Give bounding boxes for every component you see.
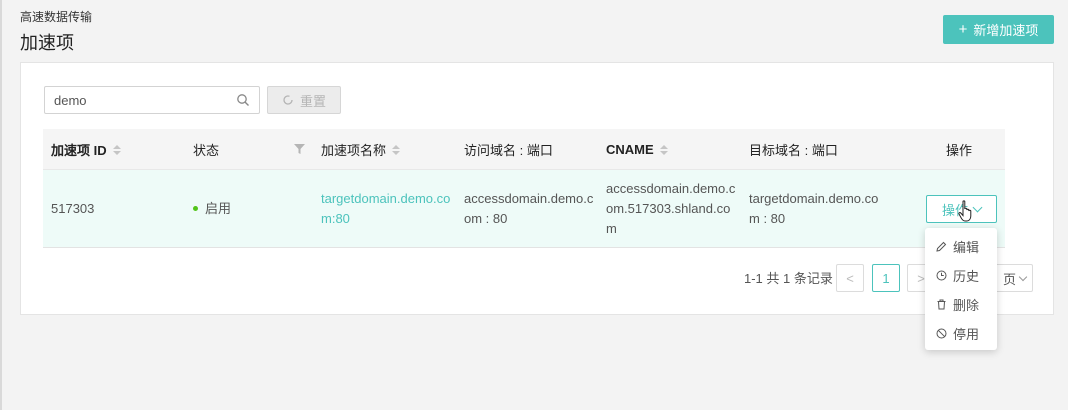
column-label: 访问域名 : 端口 <box>464 143 553 158</box>
search-input[interactable] <box>45 87 225 113</box>
cell-cname: accessdomain.demo.com.517303.shland.com <box>606 181 736 236</box>
chevron-down-icon <box>1018 272 1028 281</box>
page-size-label: 页 <box>1002 271 1016 287</box>
column-label: 加速项名称 <box>321 143 387 158</box>
page-button-1[interactable]: 1 <box>872 264 900 292</box>
add-acceleration-button[interactable]: + 新增加速项 <box>943 15 1054 44</box>
cell-name-link[interactable]: targetdomain.demo.com:80 <box>321 189 453 229</box>
cell-status: 启用 <box>193 199 231 219</box>
window-edge <box>0 0 2 410</box>
disable-icon <box>936 328 947 339</box>
breadcrumb[interactable]: 高速数据传输 <box>20 8 92 25</box>
status-dot <box>193 206 198 212</box>
column-header-target: 目标域名 : 端口 <box>749 129 838 170</box>
sort-icon[interactable] <box>112 144 121 155</box>
search-icon[interactable] <box>236 93 250 107</box>
column-header-id[interactable]: 加速项 ID <box>51 129 121 170</box>
menu-item-edit[interactable]: 编辑 <box>925 232 997 261</box>
table-header: 加速项 ID 状态 加速项名称 访问域名 : 端口 CNAME 目标域名 : 端 <box>43 129 1005 170</box>
sort-icon[interactable] <box>659 144 668 155</box>
search-field[interactable] <box>44 86 260 114</box>
delete-icon <box>937 299 946 310</box>
page-title: 加速项 <box>20 33 74 53</box>
filter-icon[interactable] <box>294 144 305 154</box>
action-dropdown-menu: 编辑 历史 删除 停用 <box>925 228 997 350</box>
menu-item-label: 删除 <box>953 298 980 313</box>
cell-target: targetdomain.demo.com : 80 <box>749 191 879 226</box>
plus-icon: + <box>958 21 968 38</box>
column-header-access: 访问域名 : 端口 <box>464 129 553 170</box>
column-label: 目标域名 : 端口 <box>749 143 838 158</box>
page-header: 高速数据传输 加速项 <box>20 8 92 55</box>
reset-button-label: 重置 <box>299 93 326 109</box>
column-header-cname[interactable]: CNAME <box>606 129 668 170</box>
add-button-label: 新增加速项 <box>973 23 1039 38</box>
acceleration-table: 加速项 ID 状态 加速项名称 访问域名 : 端口 CNAME 目标域名 : 端 <box>43 129 1005 248</box>
cell-access: accessdomain.demo.com : 80 <box>464 191 594 226</box>
table-row: 517303 启用 targetdomain.demo.com:80 acces… <box>43 170 1005 248</box>
menu-item-label: 停用 <box>953 327 980 342</box>
edit-icon <box>936 241 947 252</box>
column-label: 加速项 ID <box>51 143 107 158</box>
sort-icon[interactable] <box>392 144 401 155</box>
column-header-status: 状态 <box>193 129 219 170</box>
main-panel: 重置 加速项 ID 状态 加速项名称 访问域名 : 端口 CNAME <box>20 62 1054 315</box>
history-icon <box>936 270 947 281</box>
hand-cursor-icon <box>958 200 972 222</box>
column-label: 操作 <box>946 143 973 158</box>
reset-button[interactable]: 重置 <box>267 86 341 114</box>
menu-item-history[interactable]: 历史 <box>925 261 997 290</box>
menu-item-delete[interactable]: 删除 <box>925 290 997 319</box>
menu-item-disable[interactable]: 停用 <box>925 319 997 348</box>
column-header-action: 操作 <box>946 129 972 170</box>
column-header-name[interactable]: 加速项名称 <box>321 129 401 170</box>
column-label: CNAME <box>606 142 654 157</box>
cell-id: 517303 <box>51 201 95 216</box>
refresh-icon <box>283 95 293 105</box>
prev-page-button[interactable]: < <box>836 264 864 292</box>
column-label: 状态 <box>193 143 220 158</box>
pagination-summary: 1-1 共 1 条记录 <box>744 271 833 286</box>
menu-item-label: 历史 <box>953 269 980 284</box>
status-label: 启用 <box>205 201 232 216</box>
menu-item-label: 编辑 <box>953 240 980 255</box>
